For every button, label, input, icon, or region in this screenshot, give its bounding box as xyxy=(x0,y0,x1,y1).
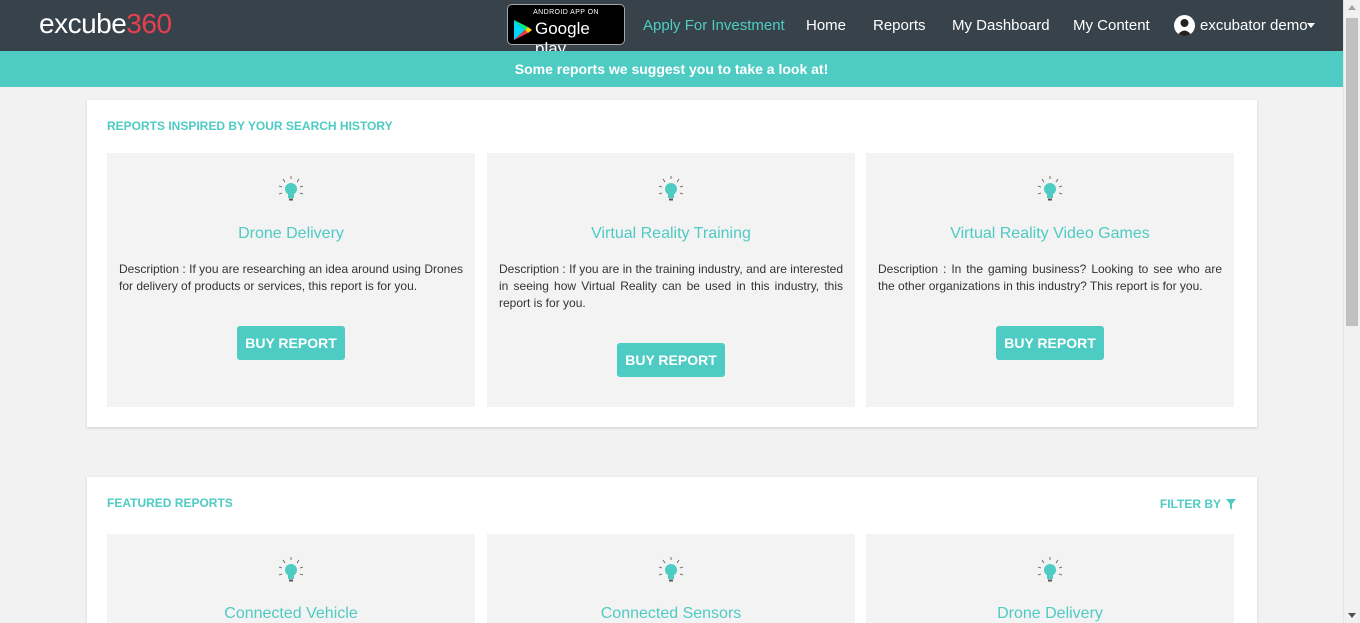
card-title[interactable]: Virtual Reality Video Games xyxy=(866,225,1234,243)
report-card: Drone Delivery Description : If you are … xyxy=(107,153,475,407)
nav-my-dashboard[interactable]: My Dashboard xyxy=(952,17,1050,34)
nav-apply-investment[interactable]: Apply For Investment xyxy=(643,17,785,34)
chevron-down-icon[interactable] xyxy=(1307,23,1315,28)
nav-my-content[interactable]: My Content xyxy=(1073,17,1150,34)
buy-report-button[interactable]: BUY REPORT xyxy=(996,326,1104,360)
lightbulb-icon xyxy=(1037,176,1063,201)
card-title[interactable]: Virtual Reality Training xyxy=(487,225,855,243)
report-card: Connected Vehicle xyxy=(107,534,475,623)
featured-reports-panel: FEATURED REPORTS FILTER BY Connected Veh… xyxy=(87,477,1257,623)
card-description: Description : In the gaming business? Lo… xyxy=(878,262,1222,293)
google-play-icon xyxy=(514,20,532,40)
logo-number: 360 xyxy=(126,8,172,39)
card-description: Description : If you are in the training… xyxy=(499,262,843,310)
search-history-title: REPORTS INSPIRED BY YOUR SEARCH HISTORY xyxy=(107,119,393,133)
top-navbar: excube360 ANDROID APP ON Google play App… xyxy=(0,0,1343,58)
scrollbar-thumb[interactable] xyxy=(1346,18,1358,326)
card-title[interactable]: Drone Delivery xyxy=(107,225,475,243)
user-avatar-icon[interactable] xyxy=(1174,15,1195,36)
report-card: Drone Delivery xyxy=(866,534,1234,623)
card-title[interactable]: Drone Delivery xyxy=(866,605,1234,623)
filter-by-label: FILTER BY xyxy=(1159,497,1221,511)
nav-reports[interactable]: Reports xyxy=(873,17,926,34)
card-title[interactable]: Connected Vehicle xyxy=(107,605,475,623)
nav-home[interactable]: Home xyxy=(806,17,846,34)
google-play-small-text: ANDROID APP ON xyxy=(533,9,599,16)
featured-reports-title: FEATURED REPORTS xyxy=(107,496,233,510)
lightbulb-icon xyxy=(658,557,684,582)
scroll-up-arrow-icon[interactable] xyxy=(1348,5,1356,10)
filter-by-button[interactable]: FILTER BY xyxy=(1160,497,1236,511)
buy-report-button[interactable]: BUY REPORT xyxy=(237,326,345,360)
lightbulb-icon xyxy=(658,176,684,201)
logo[interactable]: excube360 xyxy=(39,8,172,40)
google-play-badge[interactable]: ANDROID APP ON Google play xyxy=(507,4,625,58)
report-card: Virtual Reality Training Description : I… xyxy=(487,153,855,407)
lightbulb-icon xyxy=(1037,557,1063,582)
vertical-scrollbar[interactable] xyxy=(1343,0,1360,623)
funnel-icon xyxy=(1226,499,1236,511)
user-menu[interactable]: excubator demo xyxy=(1200,17,1308,34)
buy-report-button[interactable]: BUY REPORT xyxy=(617,343,725,377)
logo-text: excube xyxy=(39,8,127,39)
card-title[interactable]: Connected Sensors xyxy=(487,605,855,623)
card-description: Description : If you are researching an … xyxy=(119,262,463,293)
lightbulb-icon xyxy=(278,557,304,582)
scroll-down-arrow-icon[interactable] xyxy=(1348,613,1356,618)
search-history-panel: REPORTS INSPIRED BY YOUR SEARCH HISTORY … xyxy=(87,100,1257,427)
report-card: Virtual Reality Video Games Description … xyxy=(866,153,1234,407)
report-card: Connected Sensors xyxy=(487,534,855,623)
suggestion-banner: Some reports we suggest you to take a lo… xyxy=(0,51,1343,87)
lightbulb-icon xyxy=(278,176,304,201)
